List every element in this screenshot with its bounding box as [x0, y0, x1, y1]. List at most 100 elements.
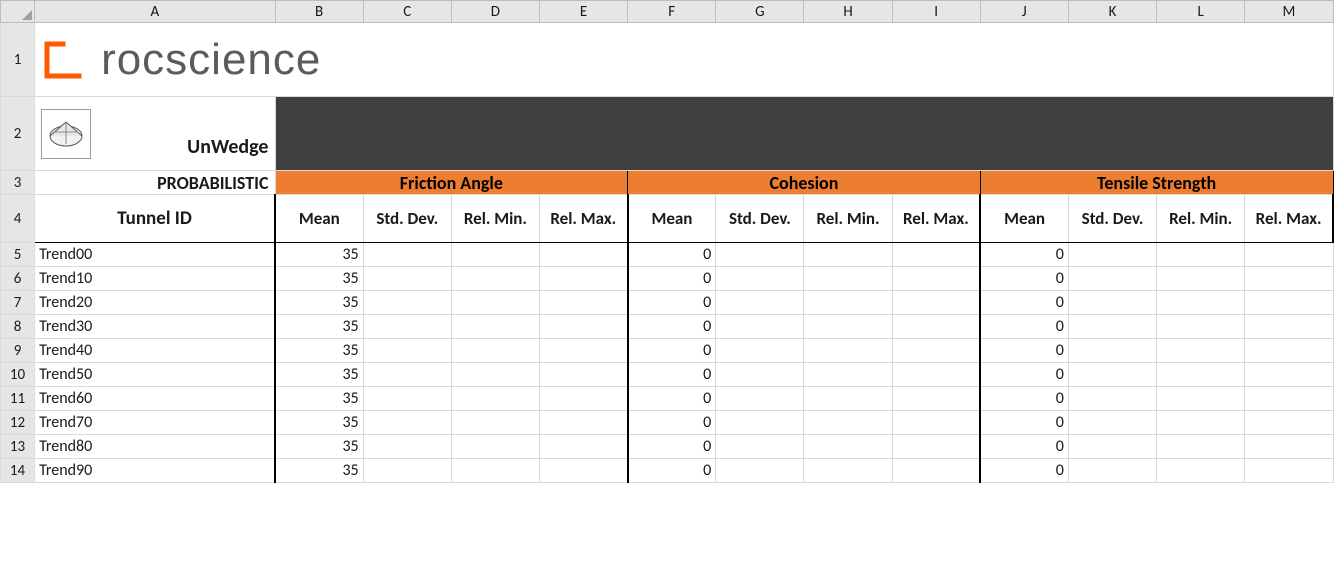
row-header[interactable]: 11	[1, 387, 35, 411]
value-cell[interactable]	[1157, 291, 1245, 315]
value-cell[interactable]	[1157, 387, 1245, 411]
value-cell[interactable]	[1245, 267, 1333, 291]
value-cell[interactable]	[1245, 291, 1333, 315]
subhdr-tensile-mean[interactable]: Mean	[980, 195, 1068, 243]
tunnel-id-cell[interactable]: Trend60	[35, 387, 275, 411]
value-cell[interactable]	[539, 315, 627, 339]
value-cell[interactable]	[1245, 411, 1333, 435]
value-cell[interactable]: 35	[275, 315, 363, 339]
value-cell[interactable]	[1068, 315, 1156, 339]
col-header[interactable]: K	[1068, 1, 1156, 23]
value-cell[interactable]: 0	[980, 267, 1068, 291]
subhdr-friction-relmax[interactable]: Rel. Max.	[539, 195, 627, 243]
value-cell[interactable]: 35	[275, 267, 363, 291]
value-cell[interactable]	[1157, 243, 1245, 267]
value-cell[interactable]	[892, 363, 980, 387]
value-cell[interactable]: 0	[980, 363, 1068, 387]
col-header[interactable]: I	[892, 1, 980, 23]
value-cell[interactable]	[363, 459, 451, 483]
value-cell[interactable]	[363, 315, 451, 339]
value-cell[interactable]	[716, 291, 804, 315]
row-header[interactable]: 8	[1, 315, 35, 339]
subhdr-friction-mean[interactable]: Mean	[275, 195, 363, 243]
value-cell[interactable]	[804, 363, 892, 387]
tunnel-id-cell[interactable]: Trend40	[35, 339, 275, 363]
col-header[interactable]: M	[1245, 1, 1333, 23]
value-cell[interactable]: 0	[628, 363, 716, 387]
probabilistic-label[interactable]: PROBABILISTIC	[35, 171, 275, 195]
value-cell[interactable]: 0	[980, 411, 1068, 435]
value-cell[interactable]	[716, 363, 804, 387]
subhdr-tensile-relmax[interactable]: Rel. Max.	[1245, 195, 1333, 243]
value-cell[interactable]: 0	[628, 459, 716, 483]
value-cell[interactable]	[1245, 435, 1333, 459]
value-cell[interactable]: 0	[980, 291, 1068, 315]
value-cell[interactable]	[1068, 291, 1156, 315]
row-header[interactable]: 5	[1, 243, 35, 267]
value-cell[interactable]: 0	[980, 339, 1068, 363]
value-cell[interactable]	[1245, 315, 1333, 339]
subhdr-cohesion-relmin[interactable]: Rel. Min.	[804, 195, 892, 243]
value-cell[interactable]	[804, 315, 892, 339]
value-cell[interactable]	[892, 315, 980, 339]
col-header[interactable]: L	[1157, 1, 1245, 23]
tunnel-id-header[interactable]: Tunnel ID	[35, 195, 275, 243]
col-header[interactable]: D	[451, 1, 539, 23]
value-cell[interactable]	[539, 339, 627, 363]
value-cell[interactable]	[1068, 267, 1156, 291]
value-cell[interactable]	[716, 435, 804, 459]
value-cell[interactable]	[892, 243, 980, 267]
row-header[interactable]: 3	[1, 171, 35, 195]
value-cell[interactable]	[451, 411, 539, 435]
value-cell[interactable]	[716, 387, 804, 411]
tunnel-id-cell[interactable]: Trend80	[35, 435, 275, 459]
row-header[interactable]: 10	[1, 363, 35, 387]
value-cell[interactable]	[1245, 243, 1333, 267]
value-cell[interactable]	[363, 363, 451, 387]
value-cell[interactable]	[1068, 435, 1156, 459]
row-header[interactable]: 1	[1, 23, 35, 97]
row-header[interactable]: 6	[1, 267, 35, 291]
value-cell[interactable]	[1068, 243, 1156, 267]
value-cell[interactable]	[1157, 363, 1245, 387]
value-cell[interactable]	[539, 387, 627, 411]
value-cell[interactable]	[539, 459, 627, 483]
value-cell[interactable]: 35	[275, 339, 363, 363]
tunnel-id-cell[interactable]: Trend50	[35, 363, 275, 387]
value-cell[interactable]: 35	[275, 411, 363, 435]
value-cell[interactable]: 0	[628, 243, 716, 267]
value-cell[interactable]	[363, 411, 451, 435]
value-cell[interactable]	[451, 459, 539, 483]
value-cell[interactable]	[451, 243, 539, 267]
value-cell[interactable]	[716, 339, 804, 363]
value-cell[interactable]	[892, 387, 980, 411]
tunnel-id-cell[interactable]: Trend30	[35, 315, 275, 339]
value-cell[interactable]	[1157, 267, 1245, 291]
value-cell[interactable]	[804, 267, 892, 291]
value-cell[interactable]: 0	[980, 435, 1068, 459]
value-cell[interactable]	[363, 435, 451, 459]
select-all-corner[interactable]	[1, 1, 35, 23]
value-cell[interactable]	[804, 291, 892, 315]
value-cell[interactable]	[804, 339, 892, 363]
value-cell[interactable]	[1068, 459, 1156, 483]
col-header[interactable]: C	[363, 1, 451, 23]
row-header[interactable]: 7	[1, 291, 35, 315]
value-cell[interactable]	[1157, 411, 1245, 435]
value-cell[interactable]: 35	[275, 291, 363, 315]
tunnel-id-cell[interactable]: Trend20	[35, 291, 275, 315]
value-cell[interactable]	[892, 267, 980, 291]
value-cell[interactable]: 0	[628, 291, 716, 315]
value-cell[interactable]	[1068, 411, 1156, 435]
value-cell[interactable]	[804, 435, 892, 459]
group-tensile-strength[interactable]: Tensile Strength	[980, 171, 1333, 195]
tunnel-id-cell[interactable]: Trend70	[35, 411, 275, 435]
value-cell[interactable]	[539, 243, 627, 267]
value-cell[interactable]: 35	[275, 435, 363, 459]
value-cell[interactable]: 0	[628, 339, 716, 363]
value-cell[interactable]	[451, 363, 539, 387]
value-cell[interactable]	[1068, 339, 1156, 363]
value-cell[interactable]	[1245, 459, 1333, 483]
subhdr-cohesion-relmax[interactable]: Rel. Max.	[892, 195, 980, 243]
value-cell[interactable]	[451, 387, 539, 411]
